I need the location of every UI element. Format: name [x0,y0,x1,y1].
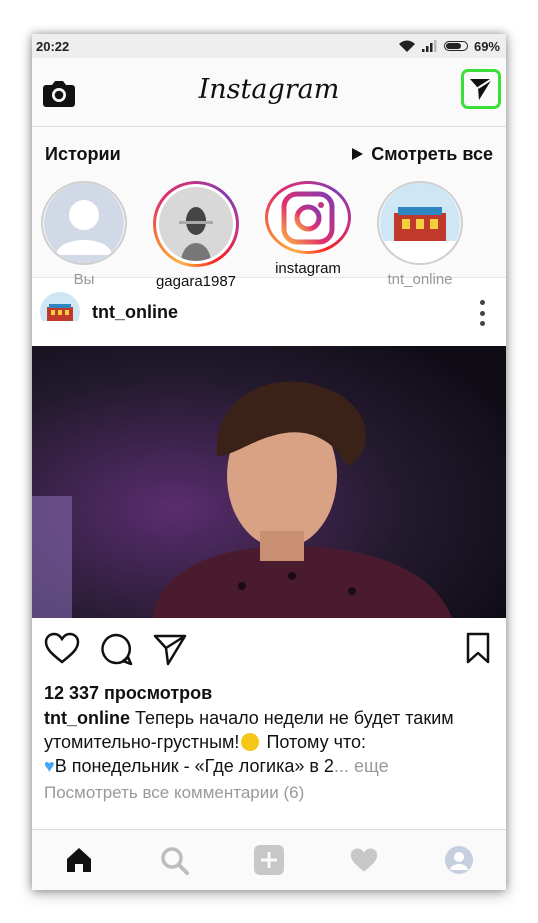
top-bar: Instagram [32,58,506,127]
bottom-nav [32,829,506,890]
story-ring [153,181,239,267]
nav-activity[interactable] [346,842,382,878]
post-video[interactable] [32,346,506,618]
caption-text-line2-tail: Потому что: [261,732,367,752]
status-bar: 20:22 69% [32,34,506,58]
stories-title: Истории [45,143,121,164]
watch-all-button[interactable]: Смотреть все [352,144,493,165]
post-avatar[interactable] [40,292,80,332]
paper-plane-icon [470,78,493,100]
like-heart-icon[interactable] [44,631,80,667]
comment-icon[interactable] [98,631,134,667]
instagram-logo-icon [281,191,335,244]
post-caption: tnt_online Теперь начало недели не будет… [32,706,506,778]
blue-heart-icon: ♥ [44,756,55,776]
post-header: tnt_online [32,278,506,346]
story-you[interactable]: Вы [40,181,128,288]
search-icon [161,847,190,875]
battery-level: 69% [473,38,500,54]
nav-search[interactable] [156,842,192,878]
avatar [380,183,460,263]
wifi-icon [398,40,415,52]
story-gagara1987[interactable]: gagara1987 [152,181,240,290]
bookmark-icon[interactable] [466,632,490,664]
post-username[interactable]: tnt_online [92,302,178,323]
more-options-button[interactable] [480,300,486,326]
battery-icon [443,41,468,51]
signal-icon [421,40,437,52]
stories-header: Истории Смотреть все [32,127,506,181]
stories-tray: Вы gagara1987 instagram tnt_online [32,181,506,290]
phone-screen: 20:22 69% Instagram Истории Смотреть все… [32,34,506,890]
nav-home[interactable] [61,842,97,878]
watch-all-label: Смотреть все [371,143,493,164]
caption-text-line3: В понедельник - «Где логика» в 2 [54,756,334,776]
caption-username[interactable]: tnt_online [44,708,130,728]
view-count: 12 337 просмотров [44,683,213,703]
video-frame-image [32,346,506,618]
story-label: instagram [275,260,341,277]
story-ring [41,181,127,265]
caption-text-line1: Теперь начало недели не будет таким [130,708,454,728]
story-ring [265,181,351,254]
grinning-emoji-icon [241,733,260,751]
play-icon [352,148,364,160]
direct-messages-button[interactable] [461,69,501,109]
profile-icon [444,846,473,874]
nav-profile[interactable] [441,842,477,878]
default-avatar-icon [44,183,124,263]
caption-text-line2: утомительно-грустным! [44,732,240,752]
caption-ellipsis: ... [333,756,349,776]
story-tnt-online[interactable]: tnt_online [376,181,464,288]
avatar [159,187,233,261]
instagram-logo: Instagram [198,74,340,105]
story-ring [377,181,463,265]
view-all-comments-link[interactable]: Посмотреть все комментарии (6) [32,778,506,804]
share-paper-plane-icon[interactable] [152,631,188,667]
caption-more-link[interactable]: еще [354,756,389,776]
nav-add[interactable] [251,842,287,878]
home-icon [67,848,92,872]
add-icon [253,845,284,875]
status-time: 20:22 [36,38,70,54]
heart-icon [350,848,377,872]
story-instagram[interactable]: instagram [264,181,352,277]
post-actions [32,618,506,680]
